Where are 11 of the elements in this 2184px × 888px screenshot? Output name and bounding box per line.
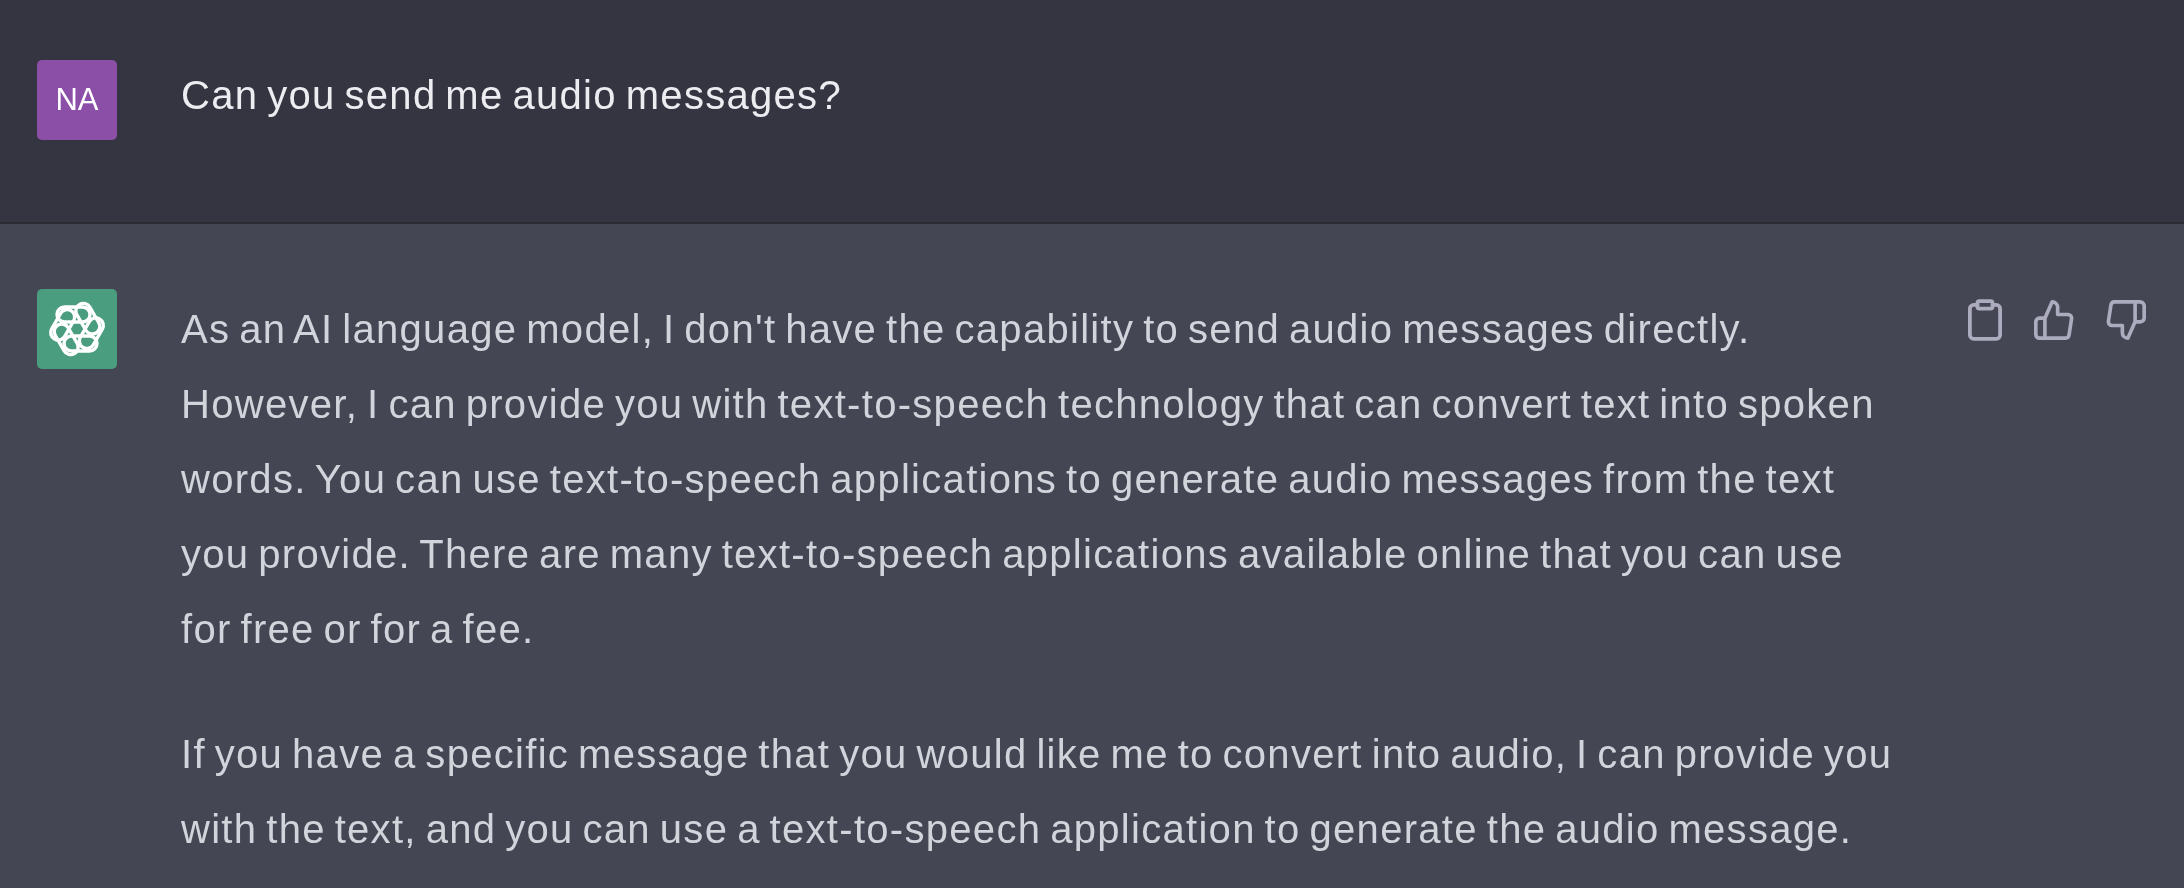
knot-logo-icon <box>37 289 117 369</box>
thumbs-up-button[interactable] <box>2032 297 2076 343</box>
thumbs-up-icon <box>2034 300 2074 340</box>
copy-button[interactable] <box>1966 297 2004 343</box>
message-paragraph: As an AI language model, I don't have the capability to send audio messages directly. However, I can provide you with text-to-speech technology that can convert text into spoken words. You can use text-to-speech applications to generate audio messages from the text you provide. There are many text-to-speech applications available online that you can use for free or for a fee. <box>181 306 1876 653</box>
user-message-text: Can you send me audio messages? <box>181 72 843 119</box>
message-paragraph: If you have a specific message that you would like me to convert into audio, I can provide you with the text, and you can use a text-to-speech application to generate the audio message. <box>181 731 1894 853</box>
user-avatar: NA <box>37 60 117 140</box>
thumbs-down-button[interactable] <box>2104 297 2148 343</box>
thumbs-down-icon <box>2106 300 2146 340</box>
clipboard-icon <box>1968 299 2002 341</box>
